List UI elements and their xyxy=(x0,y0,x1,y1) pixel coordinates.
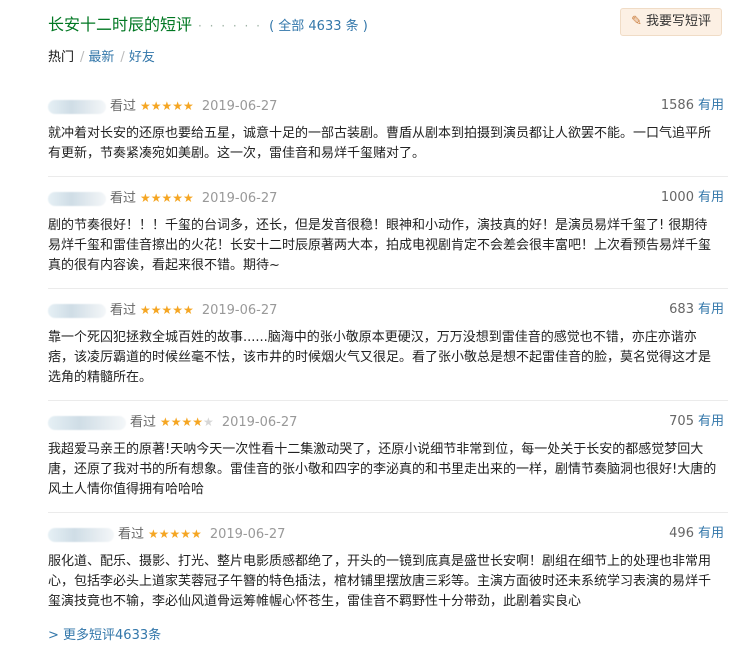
watch-status: 看过 xyxy=(130,415,157,430)
rating-stars-5: ★★★★★ xyxy=(140,303,194,317)
comment-meta: 看过 ★★★★★ 2019-06-27 705 有用 xyxy=(48,412,728,432)
comment-meta: 看过 ★★★★★ 2019-06-27 1586 有用 xyxy=(48,96,728,116)
username-blurred[interactable] xyxy=(48,191,106,206)
useful-button[interactable]: 有用 xyxy=(698,526,724,541)
tab-latest[interactable]: 最新 xyxy=(88,50,114,65)
useful-button[interactable]: 有用 xyxy=(698,302,724,317)
tab-separator: / xyxy=(120,50,125,65)
vote-count: 1000 xyxy=(660,190,694,205)
section-title-text: 长安十二时辰的短评 xyxy=(48,15,193,34)
comment-date: 2019-06-27 xyxy=(201,191,278,206)
comment-date: 2019-06-27 xyxy=(201,303,278,318)
rating-stars-4: ★★★★★ xyxy=(160,415,214,429)
comment-item: 看过 ★★★★★ 2019-06-27 1000 有用 剧的节奏很好！！！千玺的台词多… xyxy=(48,188,728,276)
vote-area: 683 有用 xyxy=(669,300,724,320)
divider xyxy=(48,400,728,401)
comment-text: 服化道、配乐、摄影、打光、整片电影质感都绝了，开头的一镜到底真是盛世长安啊！剧组… xyxy=(48,554,712,609)
comment-date: 2019-06-27 xyxy=(209,527,286,542)
vote-count: 705 xyxy=(669,414,694,429)
tab-hot[interactable]: 热门 xyxy=(48,50,74,65)
tab-friends[interactable]: 好友 xyxy=(129,50,155,65)
vote-count: 496 xyxy=(669,526,694,541)
watch-status: 看过 xyxy=(110,303,137,318)
comment-item: 看过 ★★★★★ 2019-06-27 705 有用 我超爱马亲王的原著!天呐今天一次… xyxy=(48,412,728,500)
comment-item: 看过 ★★★★★ 2019-06-27 496 有用 服化道、配乐、摄影、打光、整片电… xyxy=(48,524,728,612)
username-blurred[interactable] xyxy=(48,99,106,114)
comment-text: 就冲着对长安的还原也要给五星，诚意十足的一部古装剧。曹盾从剧本到拍摄到演员都让人… xyxy=(48,126,712,161)
vote-count: 683 xyxy=(669,302,694,317)
vote-area: 705 有用 xyxy=(669,412,724,432)
rating-stars-5: ★★★★★ xyxy=(148,527,202,541)
watch-status: 看过 xyxy=(110,99,137,114)
vote-area: 1586 有用 xyxy=(661,96,724,116)
rating-stars-5: ★★★★★ xyxy=(140,191,194,205)
useful-button[interactable]: 有用 xyxy=(698,190,724,205)
useful-button[interactable]: 有用 xyxy=(698,98,724,113)
useful-button[interactable]: 有用 xyxy=(698,414,724,429)
write-comment-label: 我要写短评 xyxy=(645,14,711,29)
rating-stars-5: ★★★★★ xyxy=(140,99,194,113)
section-header: 长安十二时辰的短评 · · · · · · ( 全部 4633 条 ) ✎ 我要写短… xyxy=(48,8,728,38)
watch-status: 看过 xyxy=(110,191,137,206)
all-comments-count-link[interactable]: ( 全部 4633 条 ) xyxy=(269,19,368,34)
divider xyxy=(48,176,728,177)
vote-count: 1586 xyxy=(660,98,694,113)
comment-item: 看过 ★★★★★ 2019-06-27 683 有用 靠一个死囚犯拯救全城百姓的故事.… xyxy=(48,300,728,388)
comment-meta: 看过 ★★★★★ 2019-06-27 496 有用 xyxy=(48,524,728,544)
vote-area: 1000 有用 xyxy=(661,188,724,208)
pencil-icon: ✎ xyxy=(631,14,642,29)
sort-tabs: 热门 / 最新 / 好友 xyxy=(48,46,157,65)
comment-date: 2019-06-27 xyxy=(221,415,298,430)
comment-text: 我超爱马亲王的原著!天呐今天一次性看十二集激动哭了，还原小说细节非常到位，每一处… xyxy=(48,442,717,497)
watch-status: 看过 xyxy=(118,527,145,542)
section-title: 长安十二时辰的短评 · · · · · · ( 全部 4633 条 ) xyxy=(48,11,368,35)
write-comment-button[interactable]: ✎ 我要写短评 xyxy=(620,8,722,36)
username-blurred[interactable] xyxy=(48,303,106,318)
comment-text: 剧的节奏很好！！！千玺的台词多，还长，但是发音很稳！眼神和小动作，演技真的好！是… xyxy=(48,218,712,273)
tab-separator: / xyxy=(80,50,85,65)
username-blurred[interactable] xyxy=(48,527,114,542)
title-dots: · · · · · · xyxy=(198,19,262,33)
divider xyxy=(48,512,728,513)
comment-text: 靠一个死囚犯拯救全城百姓的故事......脑海中的张小敬原本更硬汉，万万没想到雷… xyxy=(48,330,712,385)
comment-item: 看过 ★★★★★ 2019-06-27 1586 有用 就冲着对长安的还原也要给五星，… xyxy=(48,96,728,164)
comment-meta: 看过 ★★★★★ 2019-06-27 1000 有用 xyxy=(48,188,728,208)
more-comments-link[interactable]: > 更多短评4633条 xyxy=(48,624,161,643)
comment-date: 2019-06-27 xyxy=(201,99,278,114)
username-blurred[interactable] xyxy=(48,415,126,430)
vote-area: 496 有用 xyxy=(669,524,724,544)
comment-meta: 看过 ★★★★★ 2019-06-27 683 有用 xyxy=(48,300,728,320)
divider xyxy=(48,288,728,289)
